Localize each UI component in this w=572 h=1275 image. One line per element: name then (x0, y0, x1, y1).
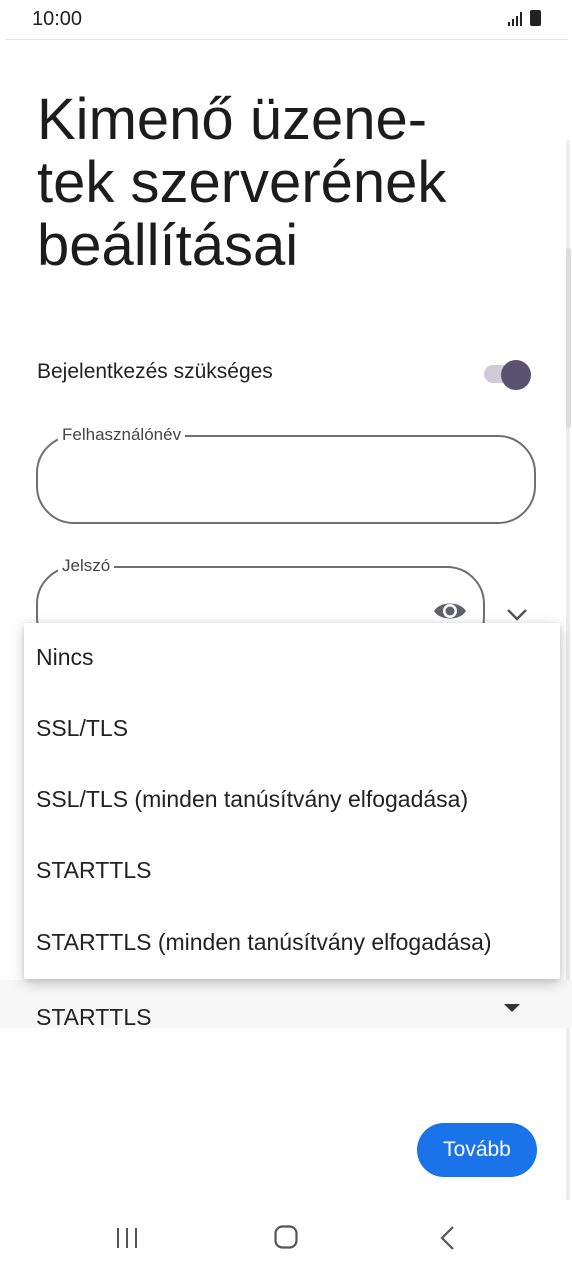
page-title-line: tek szerverének (37, 150, 447, 215)
back-icon[interactable] (438, 1225, 456, 1251)
username-field[interactable]: Felhasználónév (36, 425, 536, 524)
eye-icon[interactable] (432, 597, 468, 625)
toggle-thumb (501, 360, 531, 390)
page-title-line: Kimenő üzene- (37, 87, 428, 152)
system-nav-bar (0, 1200, 572, 1275)
menu-item-starttls-accept-all[interactable]: STARTTLS (minden tanúsítvány elfogadása) (24, 908, 560, 979)
page-title-line: beállításai (37, 213, 299, 278)
menu-item-label: SSL/TLS (36, 715, 129, 741)
security-select-value: STARTTLS (36, 1004, 152, 1030)
next-button[interactable]: Tovább (417, 1123, 537, 1177)
home-icon[interactable] (274, 1225, 298, 1249)
menu-item-label: SSL/TLS (minden tanúsítvány elfogadása) (36, 786, 469, 812)
password-label: Jelszó (58, 556, 115, 576)
menu-item-label: Nincs (36, 644, 94, 670)
status-divider (6, 39, 568, 40)
username-label: Felhasználónév (58, 425, 186, 445)
menu-item-label: STARTTLS (minden tanúsítvány elfogadása) (36, 929, 492, 955)
signal-icon (508, 12, 522, 26)
login-required-label: Bejelentkezés szükséges (37, 360, 273, 383)
battery-icon (530, 10, 541, 26)
recent-apps-icon[interactable] (115, 1227, 139, 1249)
menu-item-ssl-tls[interactable]: SSL/TLS (24, 694, 560, 765)
menu-item-starttls[interactable]: STARTTLS (24, 836, 560, 907)
status-time: 10:00 (32, 8, 83, 30)
security-dropdown-menu: Nincs SSL/TLS SSL/TLS (minden tanúsítván… (24, 623, 560, 979)
status-bar: 10:00 (0, 0, 572, 38)
menu-item-ssl-tls-accept-all[interactable]: SSL/TLS (minden tanúsítvány elfogadása) (24, 765, 560, 836)
chevron-down-icon[interactable] (506, 608, 528, 622)
dropdown-arrow-icon[interactable] (504, 1004, 520, 1012)
menu-item-label: STARTTLS (36, 857, 152, 883)
page-title: Kimenő üzene-tek szerverének beállításai (37, 88, 507, 277)
scrollbar-thumb[interactable] (566, 248, 571, 428)
menu-item-nincs[interactable]: Nincs (24, 623, 560, 694)
login-required-toggle[interactable] (482, 360, 532, 390)
